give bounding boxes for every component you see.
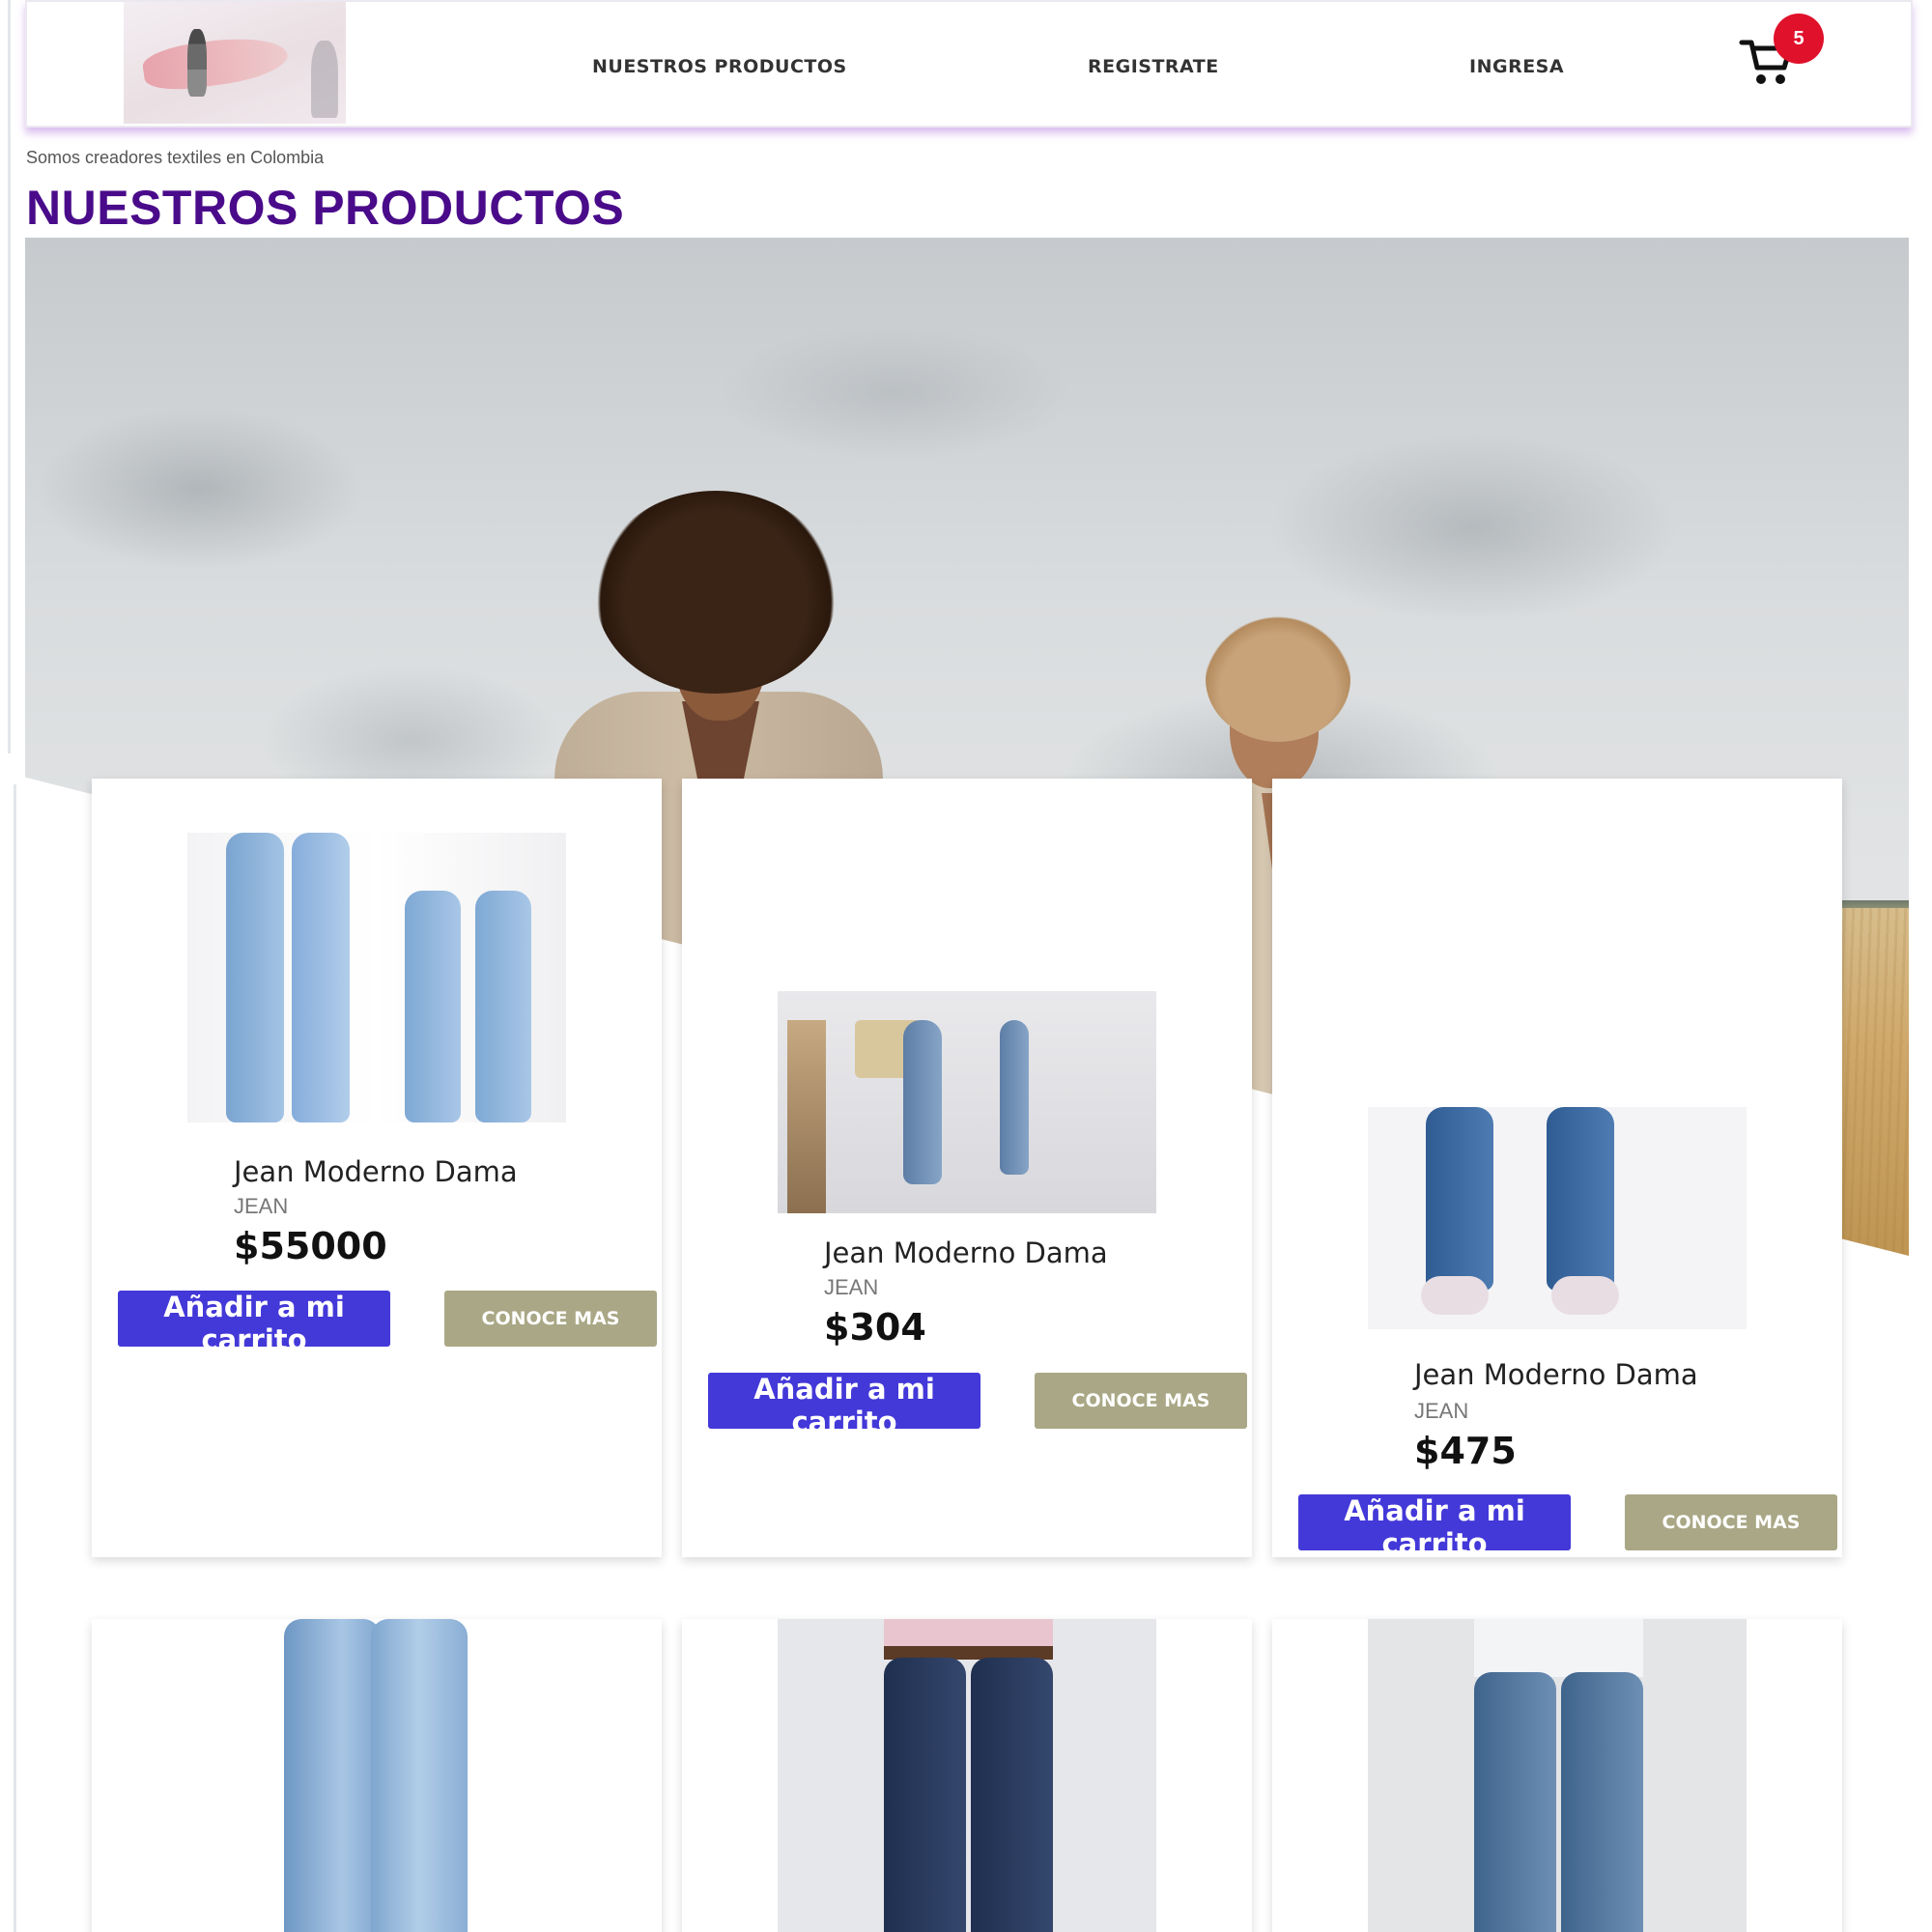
learn-more-button[interactable]: CONOCE MAS	[444, 1291, 657, 1347]
jean-leg	[292, 833, 350, 1122]
learn-more-button[interactable]: CONOCE MAS	[1035, 1373, 1247, 1429]
jean-leg	[884, 1658, 966, 1932]
product-image[interactable]	[1368, 1107, 1747, 1329]
mannequin-icon	[187, 29, 207, 97]
model-1-hair	[595, 491, 837, 694]
navbar: NUESTROS PRODUCTOS REGISTRATE INGRESA	[25, 0, 1913, 128]
sneaker	[1421, 1276, 1489, 1315]
product-card: Jean Moderno Dama JEAN $304 Añadir a mi …	[682, 779, 1252, 1557]
cart-count-badge: 5	[1774, 14, 1824, 64]
product-category: JEAN	[824, 1275, 879, 1299]
shirt	[884, 1619, 1053, 1648]
product-image[interactable]	[187, 833, 566, 1122]
jean-leg	[405, 891, 461, 1122]
product-price: $55000	[234, 1225, 387, 1267]
tagline: Somos creadores textiles en Colombia	[26, 148, 325, 167]
jean-leg	[475, 891, 531, 1122]
product-name: Jean Moderno Dama	[1414, 1358, 1698, 1391]
product-card: Jean Moderno Dama JEAN $475 Añadir a mi …	[1272, 779, 1842, 1560]
add-to-cart-button[interactable]: Añadir a mi carrito	[708, 1373, 980, 1438]
product-image[interactable]	[778, 991, 1156, 1213]
brand-logo[interactable]	[124, 2, 346, 124]
jean-leg	[1561, 1672, 1643, 1932]
jean-leg	[1547, 1107, 1614, 1291]
product-card: Jean Moderno Dama JEAN $55000 Añadir a m…	[92, 779, 662, 1557]
product-image[interactable]	[187, 1619, 566, 1932]
jean-leg	[284, 1619, 381, 1932]
add-to-cart-button[interactable]: Añadir a mi carrito	[1298, 1494, 1571, 1560]
logo-swash	[140, 30, 291, 96]
jean-leg	[226, 833, 284, 1122]
product-price: $304	[824, 1306, 926, 1349]
nav-link-login[interactable]: INGRESA	[1469, 56, 1564, 77]
add-to-cart-button[interactable]: Añadir a mi carrito	[118, 1291, 390, 1356]
jean-leg	[1000, 1020, 1029, 1175]
product-card	[92, 1619, 662, 1932]
shirt	[1474, 1619, 1643, 1677]
product-category: JEAN	[1414, 1399, 1469, 1423]
dried-flowers	[787, 1020, 826, 1213]
jean-leg	[371, 1619, 468, 1932]
nav-link-register[interactable]: REGISTRATE	[1088, 56, 1219, 77]
page-border	[14, 784, 16, 1932]
product-name: Jean Moderno Dama	[234, 1155, 518, 1188]
nav-link-products[interactable]: NUESTROS PRODUCTOS	[592, 56, 847, 77]
product-image[interactable]	[778, 1619, 1156, 1932]
page: NUESTROS PRODUCTOS REGISTRATE INGRESA 5 …	[0, 0, 1932, 1932]
jean-leg	[1474, 1672, 1556, 1932]
product-category: JEAN	[234, 1194, 289, 1218]
product-name: Jean Moderno Dama	[824, 1236, 1108, 1269]
product-image[interactable]	[1368, 1619, 1747, 1932]
product-price: $475	[1414, 1430, 1517, 1472]
product-card	[1272, 1619, 1842, 1932]
jean-leg	[971, 1658, 1053, 1932]
page-title: NUESTROS PRODUCTOS	[26, 181, 625, 235]
jean-leg	[903, 1020, 942, 1184]
product-card	[682, 1619, 1252, 1932]
model-2-hair	[1206, 616, 1350, 742]
learn-more-button[interactable]: CONOCE MAS	[1625, 1494, 1837, 1550]
sneaker	[1551, 1276, 1619, 1315]
logo-figure	[311, 41, 338, 118]
page-border	[8, 0, 11, 753]
jean-leg	[1426, 1107, 1493, 1291]
